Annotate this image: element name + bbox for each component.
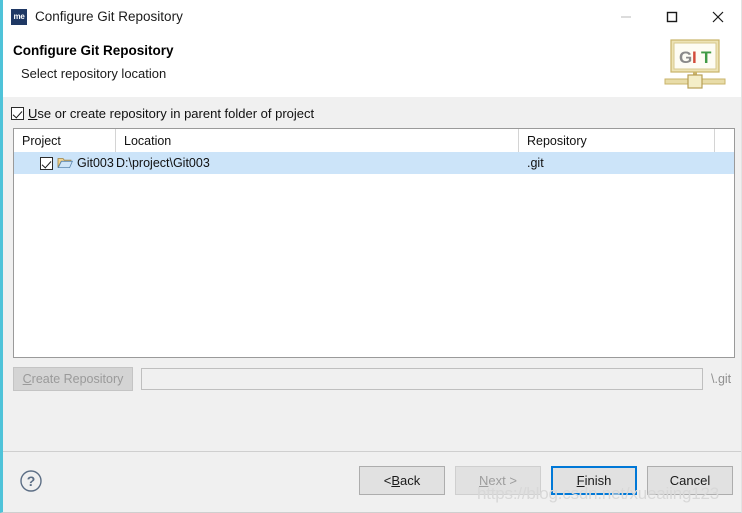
button-label-rest: Cancel [669,473,711,488]
svg-text:G: G [679,48,692,67]
button-prefix: < [383,473,392,488]
create-repository-row: Create Repository \.git [13,367,731,391]
row-checkbox[interactable] [40,156,53,170]
cell-project: Git003 [14,152,116,174]
minimize-icon[interactable] [603,0,649,33]
finish-button[interactable]: Finish [551,466,637,495]
dialog-body: Use or create repository in parent folde… [3,97,741,451]
cell-extra [715,152,734,174]
maximize-icon[interactable] [649,0,695,33]
footer-button-group: < Back Next > Finish Cancel [359,466,733,495]
cell-repository: .git [527,156,544,170]
page-title: Configure Git Repository [13,43,174,58]
title-bar: me Configure Git Repository [3,0,741,33]
column-header-project[interactable]: Project [14,129,116,152]
cancel-button[interactable]: Cancel [647,466,733,495]
mnemonic-letter: F [576,473,585,488]
create-repository-button[interactable]: Create Repository [13,367,133,391]
button-label-rest: inish [584,473,612,488]
mnemonic-letter: N [479,473,489,488]
help-icon[interactable]: ? [19,469,43,493]
table-row[interactable]: Git003 D:\project\Git003 .git [14,152,734,174]
svg-text:I: I [692,48,697,67]
column-header-location[interactable]: Location [116,129,519,152]
button-label-rest: ack [400,473,421,488]
checkbox-box[interactable] [11,107,24,120]
button-label-rest: reate Repository [31,372,124,386]
dialog-window: me Configure Git Repository Configure Gi… [0,0,742,513]
git-suffix-label: \.git [711,372,732,386]
table-header-row: Project Location Repository [14,129,734,152]
column-header-repository[interactable]: Repository [519,129,715,152]
wizard-header: Configure Git Repository Select reposito… [3,33,741,130]
folder-open-icon [57,156,74,170]
window-title: Configure Git Repository [35,9,183,24]
mnemonic-letter: B [391,473,401,488]
back-button[interactable]: < Back [359,466,445,495]
svg-text:T: T [701,48,712,67]
repository-path-input[interactable] [141,368,703,390]
cell-location: D:\project\Git003 [116,156,210,170]
window-controls [603,0,741,33]
close-icon[interactable] [695,0,741,33]
label-rest: se or create repository in parent folder… [37,106,315,121]
repository-table[interactable]: Project Location Repository Git003 D:\pr… [13,128,735,358]
dialog-footer: ? < Back Next > Finish Cancel https://bl… [3,452,741,512]
mnemonic-letter: U [28,106,38,121]
next-button[interactable]: Next > [455,466,541,495]
cell-project-text: Git003 [77,156,114,170]
use-parent-folder-checkbox[interactable]: Use or create repository in parent folde… [11,106,314,121]
git-logo-icon: G I T [663,38,727,92]
page-subtitle: Select repository location [21,66,167,81]
mnemonic-letter: C [22,372,32,386]
column-header-extra[interactable] [715,129,734,152]
use-parent-folder-label: Use or create repository in parent folde… [28,106,314,121]
button-label-rest: ext > [488,473,517,488]
svg-text:?: ? [27,473,36,489]
app-icon: me [11,8,27,25]
